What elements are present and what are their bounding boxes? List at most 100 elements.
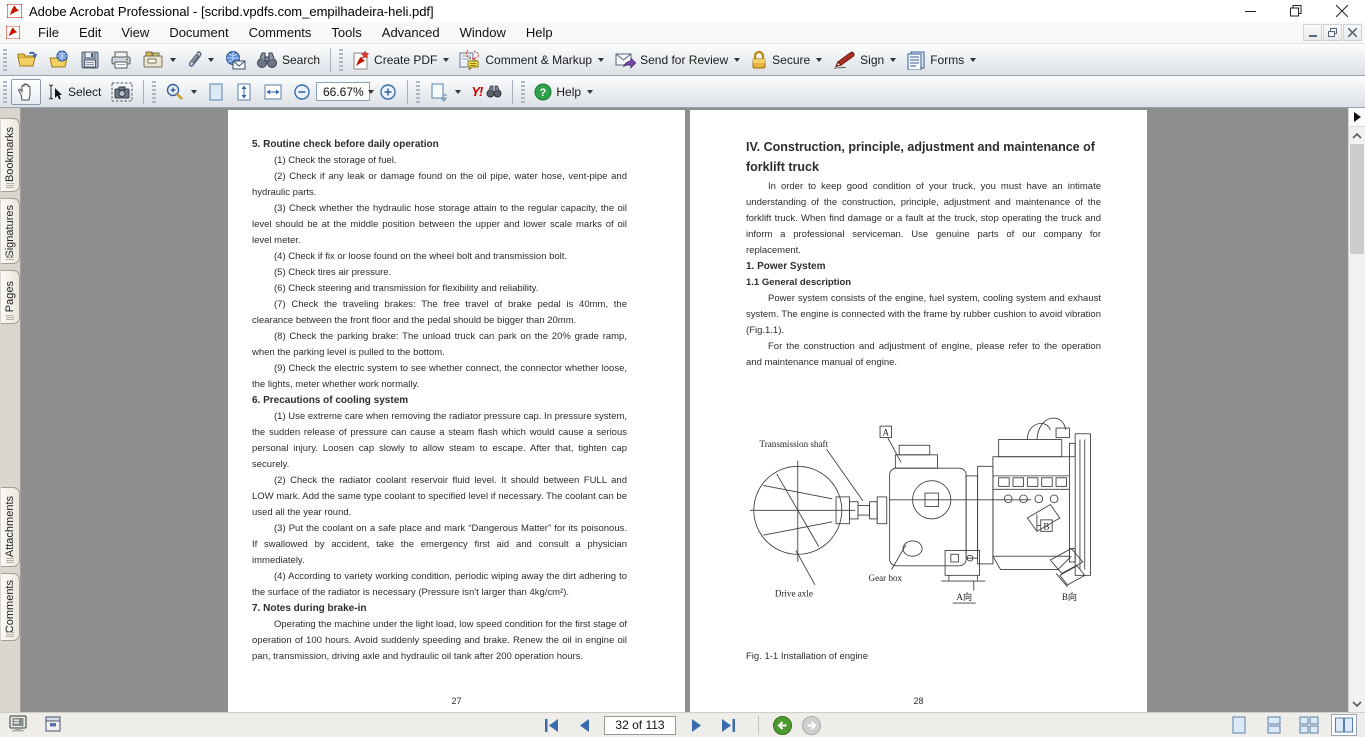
doc-close-button[interactable] <box>1343 24 1362 41</box>
zoom-in-icon <box>379 83 397 101</box>
zoom-tool-button[interactable] <box>160 79 202 105</box>
tab-bookmarks[interactable]: Bookmarks <box>1 118 20 192</box>
vertical-scrollbar[interactable] <box>1348 108 1365 712</box>
select-tool-button[interactable]: Select <box>41 79 106 105</box>
doc-minimize-button[interactable] <box>1303 24 1322 41</box>
toolbar-separator <box>143 80 144 104</box>
tab-signatures[interactable]: Signatures <box>1 198 20 264</box>
help-button[interactable]: ? Help <box>529 79 598 105</box>
tab-comments[interactable]: Comments <box>1 573 20 641</box>
zoom-tool-caret-icon[interactable] <box>191 90 197 94</box>
hand-tool-button[interactable] <box>11 79 41 105</box>
create-pdf-caret-icon[interactable] <box>443 58 449 62</box>
fit-page-button[interactable] <box>230 79 258 105</box>
previous-view-button[interactable] <box>773 716 792 735</box>
body-paragraph: (9) Check the electric system to see whe… <box>252 361 627 393</box>
organizer-dropdown-caret-icon[interactable] <box>170 58 176 62</box>
next-page-button[interactable] <box>684 715 708 735</box>
fit-width-button[interactable] <box>258 79 288 105</box>
create-pdf-button[interactable]: Create PDF <box>347 47 454 73</box>
status-box-icon[interactable] <box>44 715 62 733</box>
print-button[interactable] <box>105 47 137 73</box>
svg-text:?: ? <box>540 87 547 99</box>
comment-markup-icon <box>459 50 481 70</box>
menu-comments[interactable]: Comments <box>239 22 322 44</box>
restore-button[interactable] <box>1273 0 1319 22</box>
single-page-button[interactable] <box>1226 714 1252 736</box>
previous-page-button[interactable] <box>572 715 596 735</box>
last-page-button[interactable] <box>716 715 740 735</box>
secure-caret-icon[interactable] <box>816 58 822 62</box>
close-button[interactable] <box>1319 0 1365 22</box>
toolbar-grip[interactable] <box>521 81 525 103</box>
comment-markup-button[interactable]: Comment & Markup <box>454 47 609 73</box>
scroll-down-button[interactable] <box>1349 695 1365 712</box>
attach-button[interactable] <box>181 47 219 73</box>
open-web-button[interactable] <box>43 47 75 73</box>
open-button[interactable] <box>11 47 43 73</box>
first-page-button[interactable] <box>540 715 564 735</box>
window-title: Adobe Acrobat Professional - [scribd.vpd… <box>29 4 434 19</box>
menu-help[interactable]: Help <box>516 22 563 44</box>
snapshot-tool-button[interactable] <box>106 79 138 105</box>
secure-lock-icon <box>750 50 768 70</box>
menu-tools[interactable]: Tools <box>321 22 371 44</box>
menu-edit[interactable]: Edit <box>69 22 111 44</box>
zoom-out-button[interactable] <box>288 79 316 105</box>
help-caret-icon[interactable] <box>587 90 593 94</box>
last-page-icon <box>720 719 736 732</box>
yahoo-search-button[interactable]: Y! <box>466 79 507 105</box>
page-navigation <box>540 715 821 735</box>
search-button[interactable]: Search <box>251 47 325 73</box>
pdf-page-28: IV. Construction, principle, adjustment … <box>690 110 1147 712</box>
sign-button[interactable]: Sign <box>827 47 901 73</box>
forms-button[interactable]: Forms <box>901 47 981 73</box>
open-folder-icon <box>16 50 38 70</box>
forms-caret-icon[interactable] <box>970 58 976 62</box>
toolbar-grip[interactable] <box>416 81 420 103</box>
continuous-button[interactable] <box>1261 714 1287 736</box>
chapter-title: IV. Construction, principle, adjustment … <box>746 137 1101 177</box>
toolbar-grip[interactable] <box>152 81 156 103</box>
zoom-level-input[interactable] <box>316 82 370 101</box>
document-canvas[interactable]: 5. Routine check before daily operation … <box>22 108 1348 712</box>
tab-pages[interactable]: Pages <box>1 270 20 324</box>
print-icon <box>110 50 132 70</box>
actual-size-button[interactable] <box>202 79 230 105</box>
menu-advanced[interactable]: Advanced <box>372 22 450 44</box>
diagram-label-b: B <box>1043 521 1049 531</box>
organizer-button[interactable] <box>137 47 181 73</box>
facing-button[interactable] <box>1331 714 1357 736</box>
toolbar-grip[interactable] <box>3 81 7 103</box>
secure-button[interactable]: Secure <box>745 47 827 73</box>
select-tool-icon <box>46 83 64 101</box>
sign-caret-icon[interactable] <box>890 58 896 62</box>
scroll-up-button[interactable] <box>1349 127 1365 144</box>
zoom-in-button[interactable] <box>374 79 402 105</box>
page-display-button[interactable] <box>424 79 466 105</box>
page-display-caret-icon[interactable] <box>455 90 461 94</box>
menu-document[interactable]: Document <box>159 22 238 44</box>
doc-restore-button[interactable] <box>1323 24 1342 41</box>
continuous-facing-icon <box>1299 716 1319 734</box>
menu-window[interactable]: Window <box>450 22 516 44</box>
send-review-caret-icon[interactable] <box>734 58 740 62</box>
email-button[interactable] <box>219 47 251 73</box>
menu-view[interactable]: View <box>111 22 159 44</box>
minimize-button[interactable] <box>1227 0 1273 22</box>
page-indicator-input[interactable] <box>604 716 676 735</box>
toolbar-grip[interactable] <box>3 49 7 71</box>
next-view-button[interactable] <box>802 716 821 735</box>
attach-dropdown-caret-icon[interactable] <box>208 58 214 62</box>
save-button[interactable] <box>75 47 105 73</box>
continuous-facing-button[interactable] <box>1296 714 1322 736</box>
send-review-button[interactable]: Send for Review <box>609 47 745 73</box>
page-number: 28 <box>690 696 1147 706</box>
scrollbar-thumb[interactable] <box>1350 144 1364 254</box>
toolbar-grip[interactable] <box>339 49 343 71</box>
pane-expand-button[interactable] <box>1349 108 1365 127</box>
menu-file[interactable]: File <box>28 22 69 44</box>
comment-markup-caret-icon[interactable] <box>598 58 604 62</box>
screen-mode-icon[interactable] <box>8 715 28 733</box>
tab-attachments[interactable]: Attachments <box>1 487 20 567</box>
